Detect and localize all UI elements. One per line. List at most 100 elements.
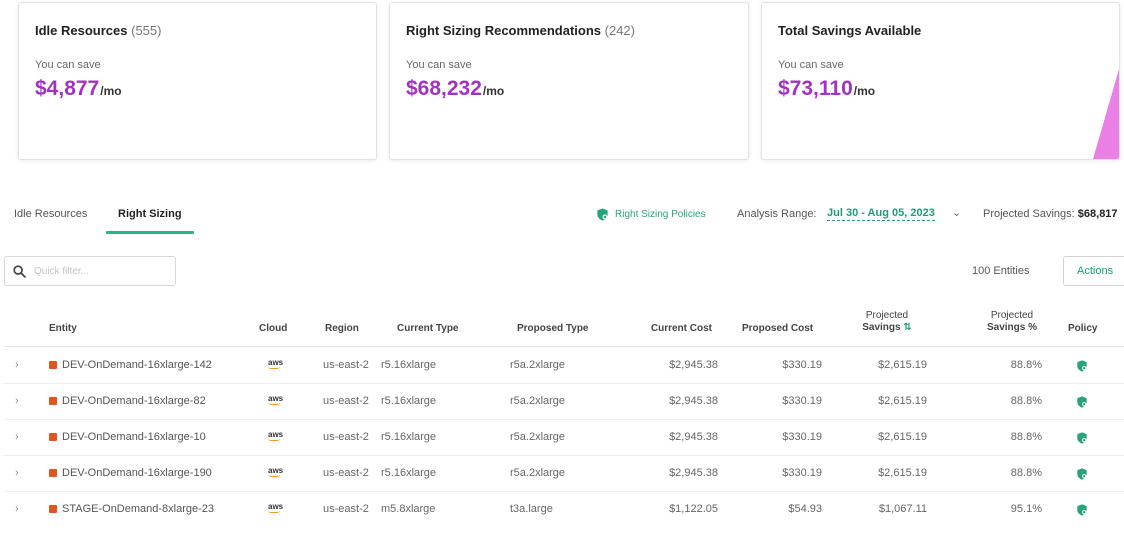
proposed-type-cell: r5a.2xlarge <box>510 395 566 407</box>
card-title: Total Savings Available <box>778 23 922 38</box>
column-header-region[interactable]: Region <box>325 323 359 335</box>
analysis-range-label: Analysis Range: <box>737 208 817 220</box>
chevron-down-icon[interactable]: ⌄ <box>952 206 961 219</box>
quick-filter[interactable] <box>4 256 176 286</box>
aws-logo-icon: aws <box>268 466 284 477</box>
expand-chevron-icon[interactable]: › <box>15 395 19 407</box>
projected-savings-cell: $2,615.19 <box>878 431 927 443</box>
card-amount: $68,232/mo <box>406 77 505 100</box>
column-header-entity[interactable]: Entity <box>49 323 77 335</box>
total-savings-card[interactable]: Total Savings Available You can save $73… <box>761 2 1120 160</box>
entity-name[interactable]: DEV-OnDemand-16xlarge-190 <box>62 467 212 479</box>
entity-name[interactable]: DEV-OnDemand-16xlarge-142 <box>62 359 212 371</box>
current-type-cell: r5.16xlarge <box>381 395 437 407</box>
card-count: (555) <box>131 23 162 38</box>
current-cost-cell: $2,945.38 <box>669 395 718 407</box>
policy-shield-icon <box>597 208 608 221</box>
region-cell: us-east-2 <box>323 467 369 479</box>
policy-shield-icon[interactable] <box>1076 431 1088 449</box>
entity-resource-icon <box>49 397 57 405</box>
card-decoration <box>1093 69 1119 159</box>
proposed-cost-cell: $330.19 <box>782 467 822 479</box>
current-cost-cell: $1,122.05 <box>669 503 718 515</box>
quick-filter-input[interactable] <box>34 265 164 277</box>
policy-shield-icon[interactable] <box>1076 359 1088 377</box>
column-header-current-type[interactable]: Current Type <box>397 323 459 335</box>
search-icon <box>13 264 26 278</box>
proposed-cost-cell: $330.19 <box>782 395 822 407</box>
column-header-projected-savings-pct[interactable]: Projected Savings % <box>984 310 1040 334</box>
proposed-cost-cell: $330.19 <box>782 431 822 443</box>
current-type-cell: r5.16xlarge <box>381 359 437 371</box>
column-header-projected-savings[interactable]: Projected Savings ⇅ <box>852 310 922 334</box>
expand-chevron-icon[interactable]: › <box>15 359 19 371</box>
column-header-proposed-cost[interactable]: Proposed Cost <box>742 323 813 335</box>
projected-savings-pct-cell: 95.1% <box>1010 503 1042 515</box>
active-tab-indicator <box>106 231 194 234</box>
expand-chevron-icon[interactable]: › <box>15 467 19 479</box>
column-header-current-cost[interactable]: Current Cost <box>650 323 712 335</box>
current-cost-cell: $2,945.38 <box>669 359 718 371</box>
card-subtitle: You can save <box>778 59 844 71</box>
card-count: (242) <box>604 23 635 38</box>
projected-savings-pct-cell: 88.8% <box>1010 431 1042 443</box>
projected-savings-cell: $2,615.19 <box>878 467 927 479</box>
idle-resources-card[interactable]: Idle Resources (555) You can save $4,877… <box>18 2 377 160</box>
entity-name[interactable]: DEV-OnDemand-16xlarge-82 <box>62 395 206 407</box>
region-cell: us-east-2 <box>323 503 369 515</box>
aws-logo-icon: aws <box>268 430 284 441</box>
table-header-divider <box>4 346 1124 347</box>
card-unit: /mo <box>100 84 122 98</box>
region-cell: us-east-2 <box>323 431 369 443</box>
entity-resource-icon <box>49 469 57 477</box>
policies-label: Right Sizing Policies <box>615 209 706 220</box>
region-cell: us-east-2 <box>323 359 369 371</box>
tab-right-sizing[interactable]: Right Sizing <box>118 208 182 220</box>
right-sizing-policies-link[interactable]: Right Sizing Policies <box>596 208 706 221</box>
entity-resource-icon <box>49 433 57 441</box>
proposed-cost-cell: $54.93 <box>788 503 822 515</box>
card-subtitle: You can save <box>406 59 472 71</box>
aws-logo-icon: aws <box>268 502 284 513</box>
actions-button[interactable]: Actions <box>1063 256 1124 286</box>
region-cell: us-east-2 <box>323 395 369 407</box>
projected-savings-cell: $2,615.19 <box>878 395 927 407</box>
projected-savings-value: $68,817 <box>1077 208 1118 220</box>
entity-resource-icon <box>49 361 57 369</box>
current-type-cell: r5.16xlarge <box>381 467 437 479</box>
entity-resource-icon <box>49 505 57 513</box>
projected-savings-cell: $1,067.11 <box>878 503 927 515</box>
expand-chevron-icon[interactable]: › <box>15 431 19 443</box>
policy-shield-icon[interactable] <box>1076 395 1088 413</box>
projected-savings-cell: $2,615.19 <box>878 359 927 371</box>
policy-shield-icon[interactable] <box>1076 467 1088 485</box>
proposed-type-cell: r5a.2xlarge <box>510 467 566 479</box>
policy-shield-icon[interactable] <box>1076 503 1088 521</box>
projected-savings-summary: Projected Savings: $68,817 <box>983 208 1118 220</box>
row-divider <box>4 455 1124 456</box>
aws-logo-icon: aws <box>268 358 284 369</box>
aws-logo-icon: aws <box>268 394 284 405</box>
sort-icon[interactable]: ⇅ <box>903 322 911 333</box>
card-title: Idle Resources (555) <box>35 23 162 38</box>
tab-idle-resources[interactable]: Idle Resources <box>14 208 87 220</box>
current-cost-cell: $2,945.38 <box>669 467 718 479</box>
column-header-policy[interactable]: Policy <box>1068 323 1097 335</box>
card-title: Right Sizing Recommendations (242) <box>406 23 635 38</box>
card-amount: $73,110/mo <box>778 77 876 100</box>
entity-name[interactable]: STAGE-OnDemand-8xlarge-23 <box>62 503 214 515</box>
entity-name[interactable]: DEV-OnDemand-16xlarge-10 <box>62 431 206 443</box>
card-subtitle: You can save <box>35 59 101 71</box>
analysis-range-picker[interactable]: Jul 30 - Aug 05, 2023 <box>827 207 935 221</box>
projected-savings-pct-cell: 88.8% <box>1010 467 1042 479</box>
right-sizing-card[interactable]: Right Sizing Recommendations (242) You c… <box>389 2 749 160</box>
current-cost-cell: $2,945.38 <box>669 431 718 443</box>
row-divider <box>4 491 1124 492</box>
projected-savings-pct-cell: 88.8% <box>1010 359 1042 371</box>
expand-chevron-icon[interactable]: › <box>15 503 19 515</box>
column-header-cloud[interactable]: Cloud <box>259 323 287 335</box>
row-divider <box>4 419 1124 420</box>
proposed-cost-cell: $330.19 <box>782 359 822 371</box>
column-header-proposed-type[interactable]: Proposed Type <box>517 323 589 335</box>
proposed-type-cell: t3a.large <box>510 503 553 515</box>
